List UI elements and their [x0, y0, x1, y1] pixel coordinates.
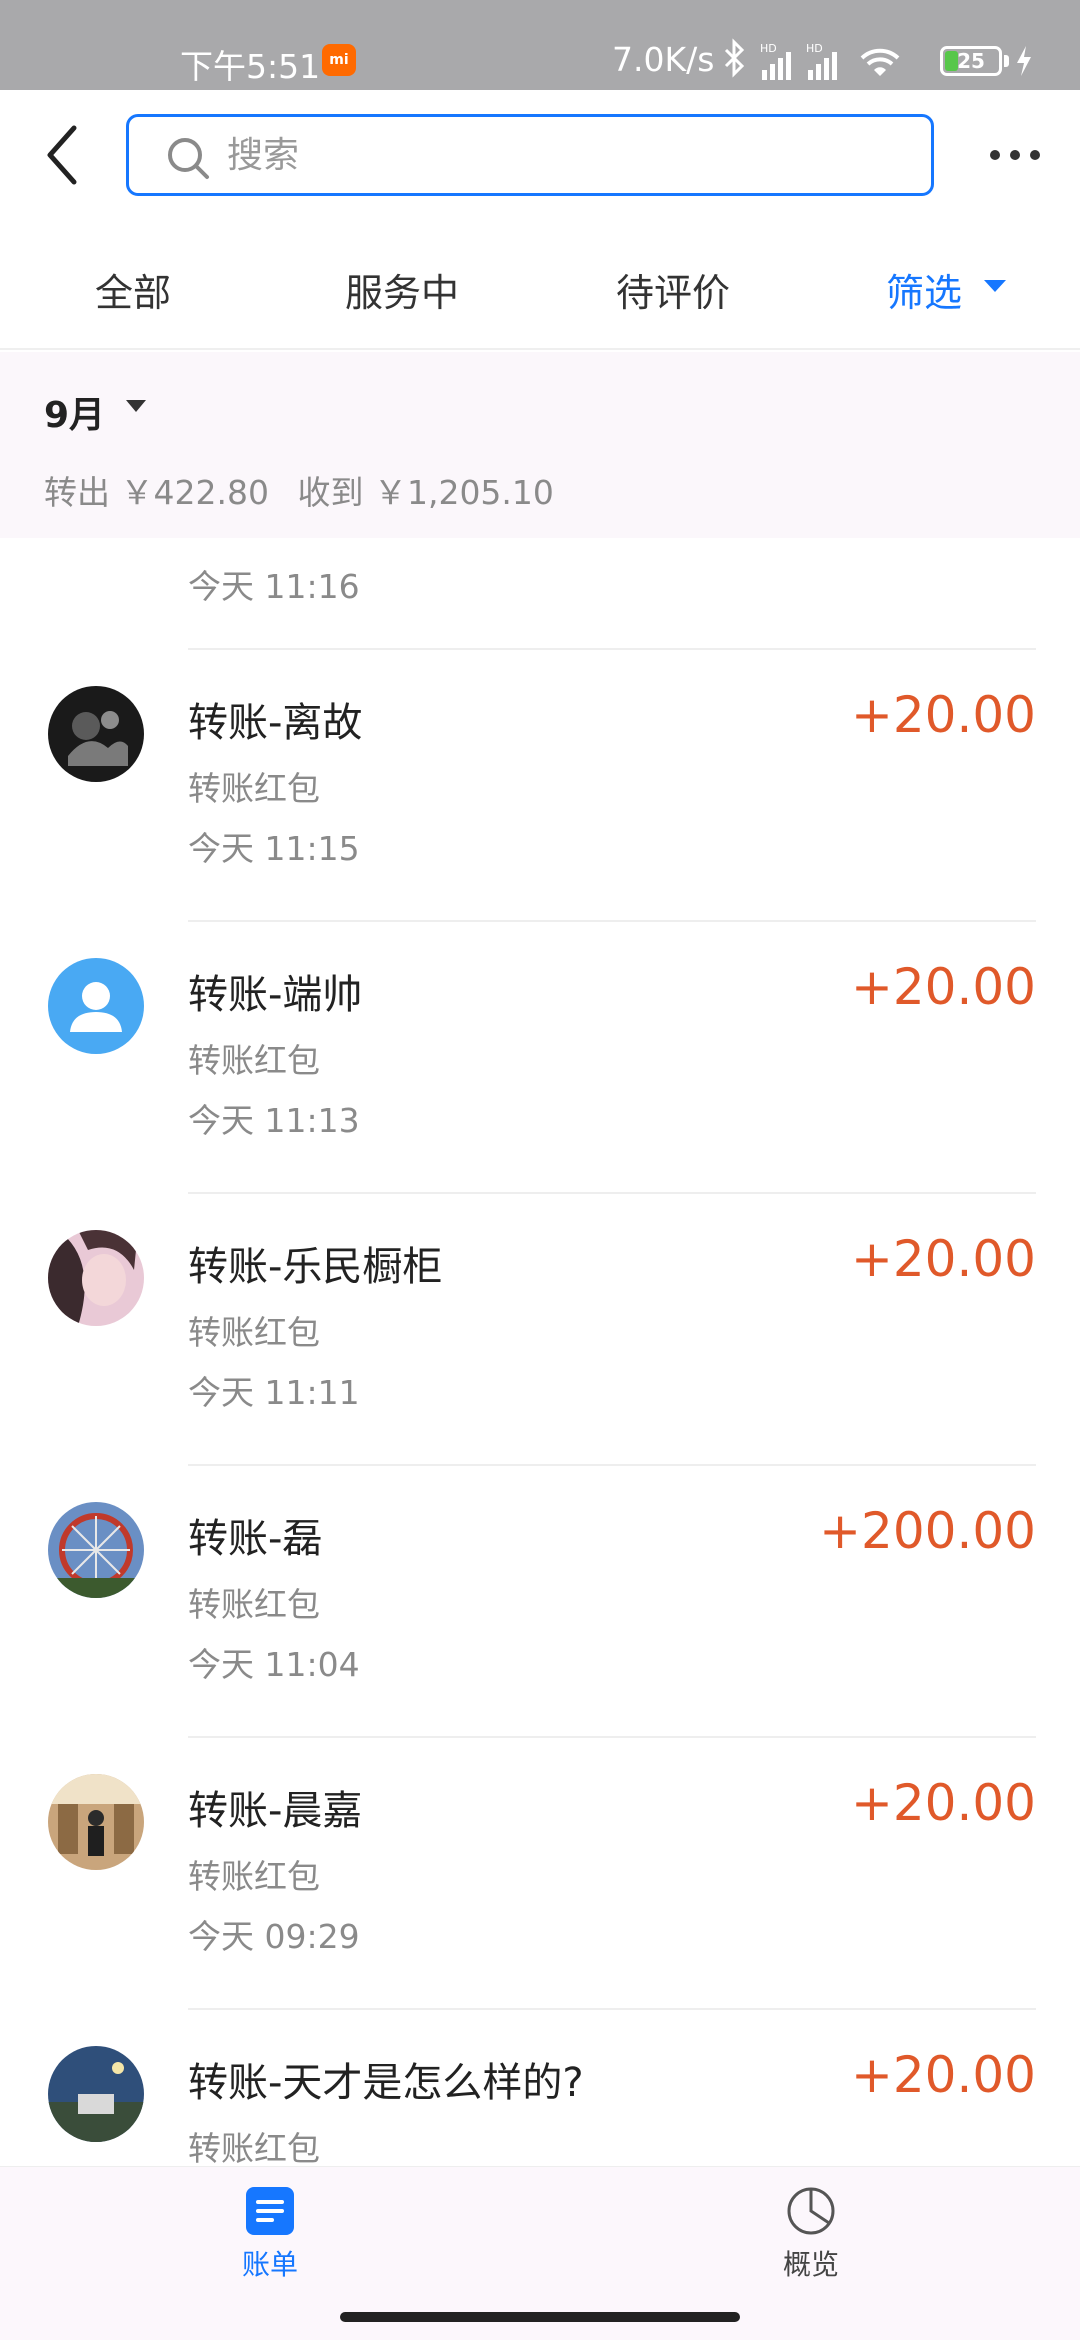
- search-icon: [168, 138, 209, 179]
- avatar: [48, 2046, 144, 2142]
- transaction-list: 今天 11:16 转账-离故 转账红包 今天 11:15 +20.00 转账-端…: [0, 538, 1080, 2166]
- tab-pending-review[interactable]: 待评价: [616, 262, 730, 317]
- caret-down-icon[interactable]: [126, 400, 146, 412]
- svg-text:HD: HD: [760, 42, 777, 55]
- list-item-title: 转账-磊: [188, 1516, 323, 1562]
- avatar: [48, 1774, 144, 1870]
- list-item-time: 今天 09:29: [188, 1917, 360, 1956]
- avatar: [48, 1230, 144, 1326]
- month-selector[interactable]: 9月: [44, 386, 105, 438]
- list-item-time: 今天 11:16: [188, 567, 360, 606]
- month-summary: 9月 转出 ￥422.80 收到 ￥1,205.10: [0, 352, 1080, 538]
- list-item-subtitle: 转账红包: [188, 1857, 320, 1896]
- list-item-amount: +20.00: [850, 686, 1036, 744]
- list-item-subtitle: 转账红包: [188, 769, 320, 808]
- list-item-title: 转账-乐民橱柜: [188, 1244, 443, 1290]
- avatar: [48, 1502, 144, 1598]
- nav-item-bills[interactable]: 账单: [200, 2185, 340, 2295]
- charging-bolt-icon: [1017, 46, 1031, 76]
- bill-icon: [246, 2187, 294, 2235]
- list-item-title: 转账-晨嘉: [188, 1788, 363, 1834]
- list-item-title: 转账-离故: [188, 700, 363, 746]
- tab-all[interactable]: 全部: [95, 262, 171, 317]
- bluetooth-icon: [724, 38, 745, 78]
- list-item-subtitle: 转账红包: [188, 1313, 320, 1352]
- outgoing-total: 转出 ￥422.80: [44, 473, 269, 512]
- status-icons: HD HD: [724, 38, 900, 80]
- list-item-subtitle: 转账红包: [188, 1585, 320, 1624]
- avatar: [48, 958, 144, 1054]
- list-item[interactable]: 转账-乐民橱柜 转账红包 今天 11:11 +20.00: [0, 1194, 1080, 1466]
- avatar: [48, 686, 144, 782]
- list-item-title: 转账-天才是怎么样的?: [188, 2060, 584, 2106]
- list-item-amount: +200.00: [819, 1502, 1036, 1560]
- list-item-time: 今天 11:15: [188, 829, 360, 868]
- svg-text:HD: HD: [806, 42, 823, 55]
- hd-signal-icon: HD: [760, 42, 791, 80]
- search-box[interactable]: [126, 114, 934, 196]
- hd-signal-icon: HD: [806, 42, 837, 80]
- nav-item-label: 概览: [782, 2248, 839, 2281]
- battery-icon: 25: [940, 46, 1002, 76]
- network-speed: 7.0K/s: [612, 40, 715, 79]
- list-item-time: 今天 11:04: [188, 1645, 360, 1684]
- list-item-amount: +20.00: [850, 2046, 1036, 2104]
- pie-chart-icon: [787, 2187, 835, 2235]
- chevron-left-icon[interactable]: [30, 120, 100, 190]
- list-item-time: 今天 11:11: [188, 1373, 360, 1412]
- list-item-amount: +20.00: [850, 1230, 1036, 1288]
- caret-down-icon[interactable]: [984, 280, 1006, 292]
- ellipsis-icon[interactable]: [980, 130, 1050, 180]
- search-input[interactable]: [227, 125, 907, 185]
- list-item-time: 今天 11:13: [188, 1101, 360, 1140]
- list-item[interactable]: 转账-离故 转账红包 今天 11:15 +20.00: [0, 650, 1080, 922]
- status-bar: 下午5:51 mi 7.0K/s HD HD 25: [0, 0, 1080, 90]
- mi-badge-icon: mi: [322, 44, 356, 76]
- list-item-subtitle: 转账红包: [188, 1041, 320, 1080]
- battery-cap: [1004, 55, 1009, 67]
- home-indicator[interactable]: [340, 2312, 740, 2322]
- list-item[interactable]: 转账-晨嘉 转账红包 今天 09:29 +20.00: [0, 1738, 1080, 2010]
- list-item[interactable]: 转账-端帅 转账红包 今天 11:13 +20.00: [0, 922, 1080, 1194]
- list-item-title: 转账-端帅: [188, 972, 363, 1018]
- list-item-amount: +20.00: [850, 958, 1036, 1016]
- incoming-total: 收到 ￥1,205.10: [297, 473, 554, 512]
- list-item[interactable]: 转账-磊 转账红包 今天 11:04 +200.00: [0, 1466, 1080, 1738]
- tab-in-service[interactable]: 服务中: [345, 262, 459, 317]
- month-totals: 转出 ￥422.80 收到 ￥1,205.10: [44, 466, 572, 514]
- list-item-amount: +20.00: [850, 1774, 1036, 1832]
- nav-item-overview[interactable]: 概览: [741, 2185, 881, 2295]
- list-item-subtitle: 转账红包: [188, 2129, 320, 2166]
- filter-tabs: 全部 服务中 待评价 筛选: [0, 220, 1080, 350]
- nav-item-label: 账单: [241, 2248, 298, 2281]
- header: [0, 90, 1080, 220]
- battery-level: 25: [957, 49, 985, 73]
- list-item[interactable]: 转账-天才是怎么样的? 转账红包 +20.00: [0, 2010, 1080, 2166]
- status-time: 下午5:51: [180, 47, 321, 86]
- tab-filter[interactable]: 筛选: [886, 262, 962, 317]
- wifi-icon: [860, 48, 900, 76]
